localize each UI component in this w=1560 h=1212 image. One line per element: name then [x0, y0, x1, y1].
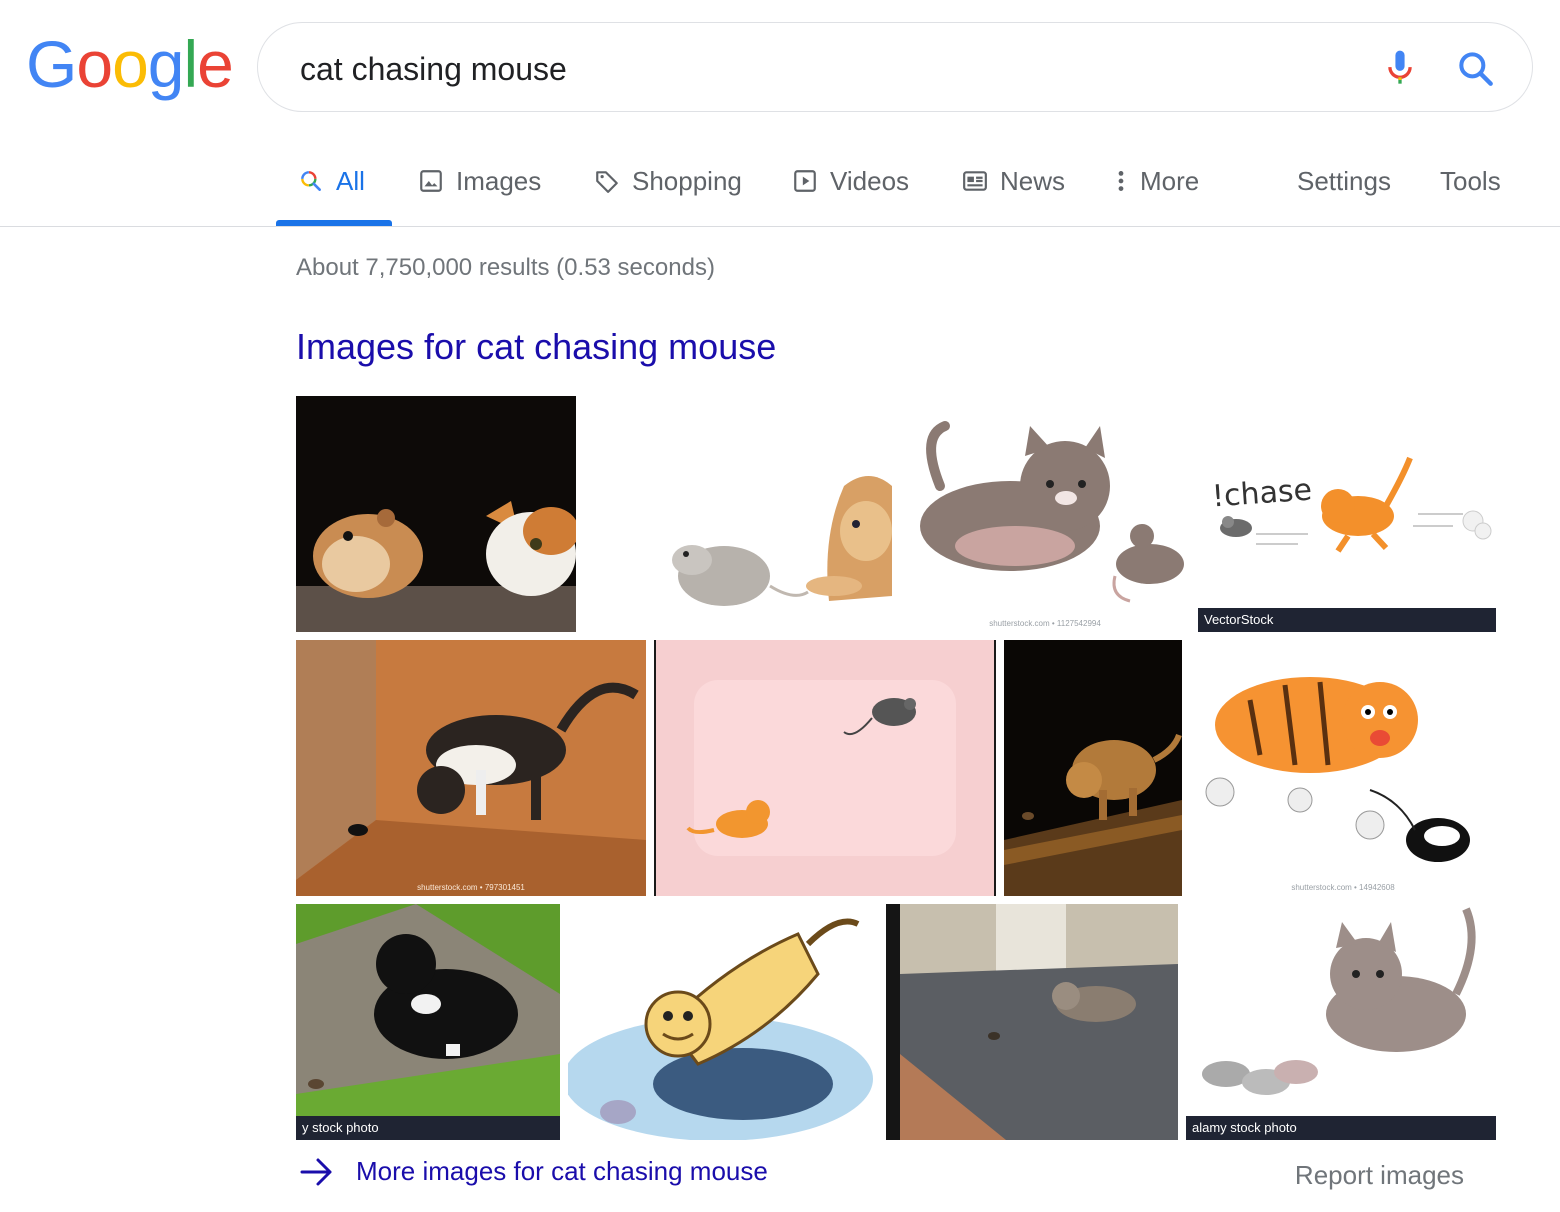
- image-thumbnail[interactable]: [568, 904, 878, 1140]
- hamster-cat-photo: [296, 396, 576, 632]
- tag-icon: [596, 171, 618, 193]
- newspaper-icon: [963, 171, 987, 191]
- arrow-right-icon: [300, 1158, 332, 1185]
- watermark-bar: VectorStock: [1198, 608, 1496, 632]
- image-thumbnail[interactable]: y stock photo: [296, 904, 560, 1140]
- image-icon: [420, 170, 442, 192]
- image-thumbnail[interactable]: [886, 904, 1178, 1140]
- more-images-link[interactable]: More images for cat chasing mouse: [300, 1156, 768, 1187]
- image-thumbnail[interactable]: [654, 640, 996, 896]
- watermark-caption: shutterstock.com • 14942608: [1291, 883, 1395, 892]
- tab-label: More: [1140, 165, 1200, 196]
- image-thumbnail[interactable]: shutterstock.com • 14942608: [1190, 640, 1496, 896]
- tab-shopping[interactable]: Shopping: [594, 150, 742, 212]
- image-thumbnail[interactable]: shutterstock.com • 797301451: [296, 640, 646, 896]
- tab-images[interactable]: Images: [418, 150, 541, 212]
- image-thumbnail[interactable]: [1004, 640, 1182, 896]
- search-tabs: All Images Shopping Videos News More Set…: [276, 150, 1560, 228]
- search-icon[interactable]: [1454, 47, 1498, 91]
- watermark-caption: shutterstock.com • 1127542994: [989, 619, 1101, 628]
- tab-label: Videos: [830, 165, 910, 196]
- kitten-mouse-photo: [296, 640, 646, 896]
- logo-letter: g: [147, 27, 185, 101]
- tab-tools[interactable]: Tools: [1440, 150, 1501, 212]
- tab-news[interactable]: News: [962, 150, 1065, 212]
- tab-settings[interactable]: Settings: [1297, 150, 1391, 212]
- cartoon-grey-cat-mice: [1186, 904, 1496, 1140]
- tab-more[interactable]: More: [1114, 150, 1199, 212]
- cat-carpet-photo: [886, 904, 1178, 1140]
- search-box[interactable]: [257, 22, 1533, 112]
- image-thumbnail[interactable]: !chase VectorStock: [1198, 396, 1496, 632]
- images-heading-link[interactable]: Images for cat chasing mouse: [296, 326, 776, 368]
- tabs-divider: [0, 226, 1560, 227]
- result-stats: About 7,750,000 results (0.53 seconds): [296, 254, 715, 281]
- tab-label: Tools: [1440, 165, 1501, 196]
- logo-letter: G: [26, 27, 77, 101]
- logo-letter: o: [76, 27, 113, 101]
- search-icon: [301, 171, 321, 191]
- more-images-label: More images for cat chasing mouse: [356, 1156, 768, 1186]
- image-thumbnail[interactable]: shutterstock.com • 1127542994: [900, 396, 1190, 632]
- logo-letter: l: [183, 27, 199, 101]
- vertical-dots-icon: [1118, 171, 1124, 191]
- chase-text: !chase: [1210, 472, 1314, 515]
- google-logo[interactable]: Google: [26, 27, 234, 101]
- tab-videos[interactable]: Videos: [792, 150, 909, 212]
- image-thumbnail[interactable]: alamy stock photo: [1186, 904, 1496, 1140]
- leaping-cat-photo: [1004, 640, 1182, 896]
- watermark-bar: alamy stock photo: [1186, 1116, 1496, 1140]
- microphone-icon[interactable]: [1378, 47, 1422, 91]
- cartoon-cat-mouse: [900, 396, 1190, 632]
- image-thumbnail[interactable]: [594, 396, 892, 632]
- report-images-link[interactable]: Report images: [1295, 1160, 1464, 1191]
- image-thumbnail[interactable]: [296, 396, 576, 632]
- cartoon-yellow-cat: [568, 904, 878, 1140]
- cartoon-orange-cat: [1198, 396, 1496, 632]
- watermark-bar: y stock photo: [296, 1116, 560, 1140]
- rat-cat-photo: [594, 396, 892, 632]
- black-cat-grass-photo: [296, 904, 560, 1140]
- pink-frame-cartoon: [654, 640, 996, 896]
- tab-label: Settings: [1297, 165, 1391, 196]
- tab-label: News: [1000, 165, 1066, 196]
- tab-label: All: [336, 165, 365, 196]
- logo-letter: e: [197, 27, 234, 101]
- search-input[interactable]: [298, 45, 1342, 93]
- logo-letter: o: [112, 27, 149, 101]
- play-icon: [794, 170, 816, 192]
- cartoon-tiger-cat-mouse: [1190, 640, 1496, 896]
- tab-label: Images: [456, 165, 542, 196]
- tab-all[interactable]: All: [298, 150, 365, 212]
- tab-label: Shopping: [632, 165, 742, 196]
- watermark-caption: shutterstock.com • 797301451: [417, 883, 525, 892]
